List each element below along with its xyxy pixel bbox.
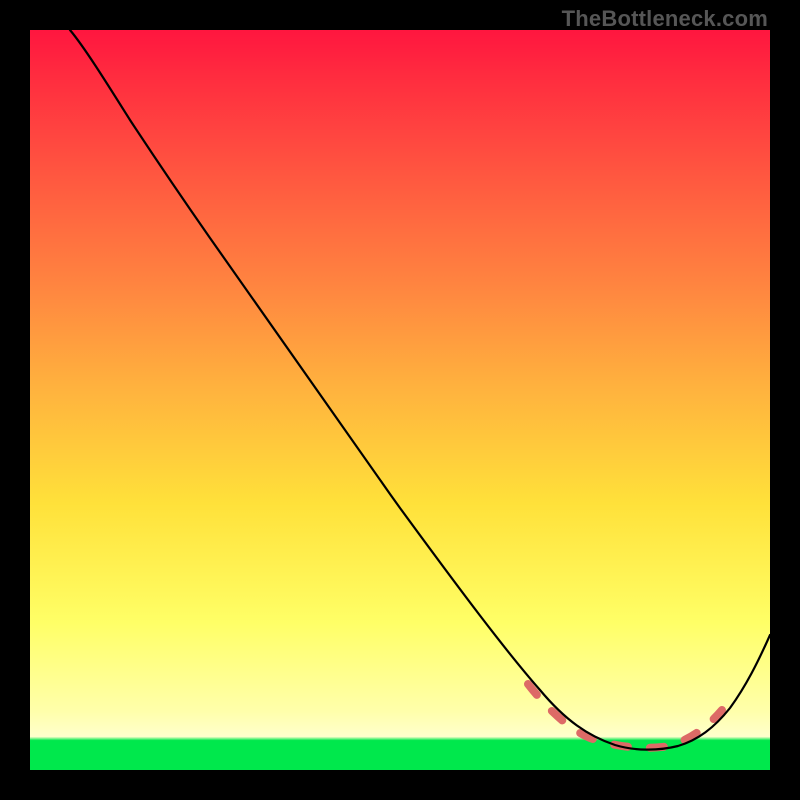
- highlight-dash: [528, 684, 722, 748]
- chart-frame: TheBottleneck.com: [0, 0, 800, 800]
- curve-svg: [30, 30, 770, 770]
- main-curve: [70, 30, 770, 750]
- plot-area: [30, 30, 770, 770]
- watermark-text: TheBottleneck.com: [562, 6, 768, 32]
